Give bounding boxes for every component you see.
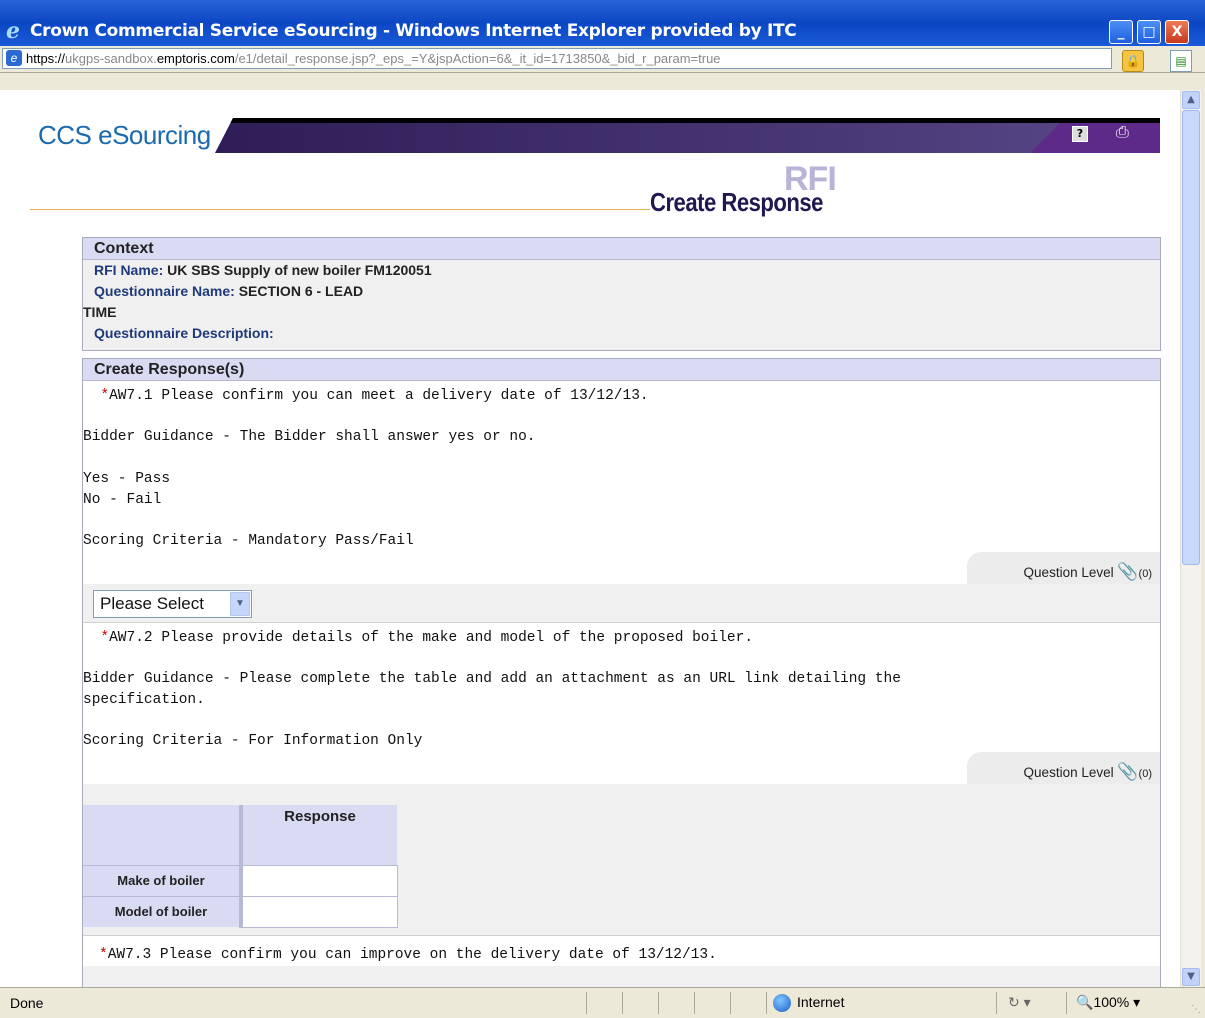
page-icon: e — [6, 50, 22, 66]
help-icon[interactable]: ? — [1072, 126, 1088, 142]
page-title: Create Response — [650, 187, 823, 217]
status-text: Done — [10, 995, 44, 1011]
minimize-button[interactable]: _ — [1109, 20, 1133, 44]
required-marker: * — [99, 947, 108, 963]
zoom-control[interactable]: 🔍100% ▾ — [1076, 994, 1140, 1011]
rfi-name-value: UK SBS Supply of new boiler FM120051 — [167, 262, 432, 278]
attachment-count: (0) — [1138, 767, 1152, 780]
status-bar: Done Internet ↻ ▾ 🔍100% ▾ ⋱ — [0, 987, 1205, 1018]
security-zone-label: Internet — [797, 994, 845, 1010]
protected-mode-dropdown[interactable]: ↻ ▾ — [1008, 994, 1031, 1011]
questionnaire-name-value: SECTION 6 - LEAD — [238, 283, 364, 299]
print-icon[interactable]: ⎙ — [1116, 122, 1129, 142]
url-subdomain: ukgps-sandbox. — [65, 51, 157, 66]
address-bar: e https://ukgps-sandbox.emptoris.com/e1/d… — [0, 46, 1205, 73]
protected-mode-chevron: ▾ — [1023, 994, 1031, 1010]
ccs-logo: CCS eSourcing — [38, 120, 211, 150]
status-divider — [1066, 992, 1067, 1014]
status-divider — [996, 992, 997, 1014]
header-banner — [215, 118, 1160, 153]
question-aw7-2-footer: Question Level 📎(0) — [83, 751, 1160, 784]
page-viewport: CCS eSourcing ? ⎙ RFI Create Response Co… — [0, 90, 1180, 987]
questionnaire-description-row: Questionnaire Description: — [83, 323, 1160, 344]
maximize-button[interactable]: □ — [1137, 20, 1161, 44]
question-aw7-3-text: AW7.3 Please confirm you can improve on … — [107, 947, 717, 963]
vertical-scrollbar[interactable]: ▲ ▼ — [1180, 90, 1201, 987]
required-marker: * — [100, 629, 110, 646]
status-divider — [694, 992, 695, 1014]
answer-select-value: Please Select — [100, 593, 204, 613]
paperclip-icon[interactable]: 📎 — [1117, 562, 1138, 581]
model-of-boiler-label: Model of boiler — [83, 895, 243, 927]
question-level-attachments[interactable]: Question Level 📎(0) — [967, 551, 1160, 584]
context-panel: Context RFI Name: UK SBS Supply of new b… — [82, 237, 1161, 351]
questionnaire-name-row: Questionnaire Name: SECTION 6 - LEAD — [83, 281, 1160, 302]
question-aw7-2-text: AW7.2 Please provide details of the make… — [83, 629, 901, 750]
scroll-thumb[interactable] — [1182, 110, 1200, 565]
responses-heading: Create Response(s) — [83, 359, 1160, 381]
table-row: Make of boiler — [83, 864, 398, 897]
make-of-boiler-label: Make of boiler — [83, 864, 243, 896]
question-level-attachments[interactable]: Question Level 📎(0) — [967, 751, 1160, 784]
window-title-bar[interactable]: e Crown Commercial Service eSourcing - W… — [0, 0, 1205, 46]
chevron-down-icon[interactable]: ▼ — [230, 591, 250, 616]
attachment-count: (0) — [1138, 567, 1152, 580]
question-aw7-2: *AW7.2 Please provide details of the mak… — [83, 622, 1160, 752]
question-level-label: Question Level — [1023, 564, 1114, 580]
scroll-up-icon[interactable]: ▲ — [1182, 91, 1200, 109]
required-marker: * — [100, 388, 110, 404]
scroll-down-icon[interactable]: ▼ — [1182, 968, 1200, 986]
status-divider — [766, 992, 767, 1014]
security-zone[interactable]: Internet — [773, 994, 845, 1013]
url-scheme: https:// — [26, 51, 66, 66]
paperclip-icon[interactable]: 📎 — [1117, 762, 1138, 781]
resize-grip-icon[interactable]: ⋱ — [1191, 1004, 1201, 1015]
rfi-name-label: RFI Name: — [94, 262, 168, 278]
internet-explorer-icon: e — [6, 18, 20, 44]
url-path: /e1/detail_response.jsp?_eps_=Y&jspActio… — [234, 51, 721, 66]
rfi-name-row: RFI Name: UK SBS Supply of new boiler FM… — [83, 260, 1160, 281]
question-level-label: Question Level — [1023, 764, 1114, 780]
answer-select[interactable]: Please Select ▼ — [93, 589, 252, 618]
status-divider — [730, 992, 731, 1014]
table-corner — [83, 805, 243, 865]
question-aw7-1-text: AW7.1 Please confirm you can meet a deli… — [83, 388, 649, 549]
question-aw7-1-answer: Please Select ▼ — [83, 583, 1160, 623]
context-heading: Context — [83, 238, 1160, 260]
window-title: Crown Commercial Service eSourcing - Win… — [30, 21, 797, 41]
compatibility-view-icon[interactable]: ▤ — [1170, 50, 1192, 72]
make-of-boiler-input[interactable] — [240, 864, 398, 897]
responses-panel: Create Response(s) *AW7.1 Please confirm… — [82, 358, 1161, 987]
question-aw7-1-footer: Question Level 📎(0) — [83, 551, 1160, 584]
globe-icon — [773, 994, 791, 1013]
url-host: emptoris.com — [156, 51, 235, 66]
security-lock-icon[interactable]: 🔒 — [1122, 50, 1144, 72]
status-divider — [622, 992, 623, 1014]
zoom-level: 100% — [1093, 994, 1130, 1010]
header-rule — [30, 209, 650, 210]
close-button[interactable]: X — [1165, 20, 1189, 44]
question-aw7-3: *AW7.3 Please confirm you can improve on… — [83, 935, 1160, 966]
url-field[interactable]: e https://ukgps-sandbox.emptoris.com/e1/d… — [2, 48, 1112, 69]
status-divider — [586, 992, 587, 1014]
questionnaire-name-label: Questionnaire Name: — [94, 283, 239, 299]
questionnaire-name-wrap: TIME — [83, 304, 117, 320]
status-divider — [658, 992, 659, 1014]
table-row: Model of boiler — [83, 895, 398, 928]
model-of-boiler-input[interactable] — [240, 895, 398, 928]
question-aw7-1: *AW7.1 Please confirm you can meet a del… — [83, 381, 1160, 552]
banner-shade — [215, 123, 1160, 153]
boiler-response-table: Response Make of boiler Model of boiler — [83, 805, 398, 928]
questionnaire-description-label: Questionnaire Description: — [94, 325, 274, 341]
response-column-header: Response — [241, 805, 397, 865]
